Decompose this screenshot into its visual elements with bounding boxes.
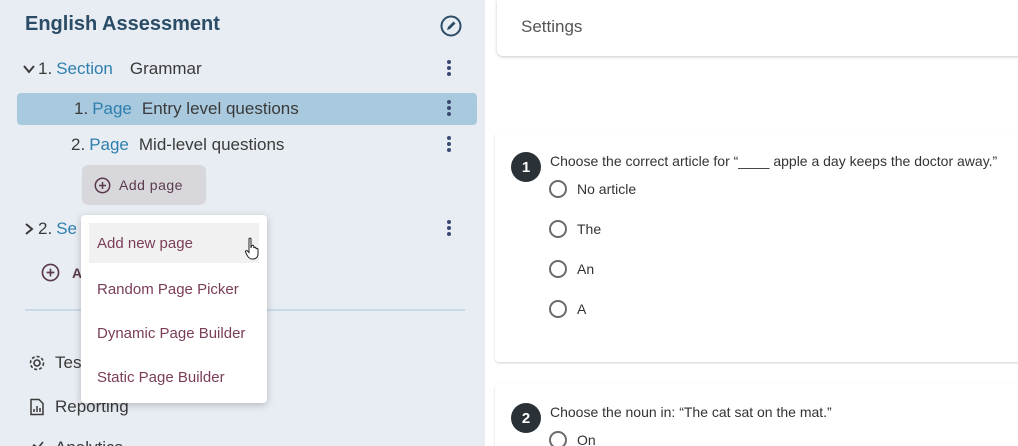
radio-button[interactable]: [549, 220, 567, 238]
section-row-2[interactable]: 2. Se: [22, 219, 77, 239]
question-text: Choose the noun in: “The cat sat on the …: [550, 404, 832, 420]
answer-option[interactable]: An: [549, 260, 594, 278]
option-label: An: [577, 261, 595, 277]
section-kind: Se: [56, 219, 77, 238]
question-text: Choose the correct article for “____ app…: [550, 153, 998, 169]
page-kind: Page: [89, 135, 129, 154]
section-row-grammar[interactable]: 1. Section Grammar: [22, 59, 202, 79]
page-name: Entry level questions: [141, 99, 299, 118]
page-menu-icon[interactable]: [442, 97, 456, 119]
question-card-2: 2 Choose the noun in: “The cat sat on th…: [495, 384, 1018, 446]
radio-button[interactable]: [549, 300, 567, 318]
answer-option[interactable]: A: [549, 300, 586, 318]
page-kind: Page: [92, 99, 132, 118]
radio-button[interactable]: [549, 431, 567, 446]
chevron-down-icon[interactable]: [22, 62, 36, 76]
option-label: On: [577, 432, 596, 446]
page-number: 1.: [74, 99, 89, 118]
assessment-title: English Assessment: [25, 13, 220, 35]
plus-circle-icon: [41, 263, 60, 282]
sidebar-item-analytics[interactable]: Analytics: [28, 438, 123, 446]
menu-item-random-page-picker[interactable]: Random Page Picker: [81, 267, 267, 311]
page-row-mid-level[interactable]: 2. Page Mid-level questions: [71, 135, 284, 155]
option-label: The: [577, 221, 602, 237]
edit-icon[interactable]: [440, 15, 462, 37]
answer-option[interactable]: The: [549, 220, 601, 238]
add-section-button[interactable]: A: [41, 263, 82, 282]
option-label: No article: [577, 181, 637, 197]
answer-option[interactable]: No article: [549, 180, 636, 198]
section-kind: Section: [56, 59, 113, 78]
settings-card[interactable]: Settings: [497, 0, 1018, 56]
page-menu-icon[interactable]: [442, 133, 456, 155]
menu-item-dynamic-page-builder[interactable]: Dynamic Page Builder: [81, 311, 267, 355]
radio-button[interactable]: [549, 180, 567, 198]
add-page-menu: Add new page Random Page Picker Dynamic …: [81, 215, 267, 403]
page-name: Mid-level questions: [138, 135, 285, 154]
question-number-badge: 2: [511, 403, 541, 433]
main-panel: Settings 1 Choose the correct article fo…: [485, 0, 1018, 446]
question-number-badge: 1: [511, 152, 541, 182]
report-icon: [30, 398, 44, 416]
section-number: 1.: [38, 59, 53, 78]
question-card-1: 1 Choose the correct article for “____ a…: [495, 133, 1018, 362]
section-menu-icon[interactable]: [442, 217, 456, 239]
add-page-button[interactable]: Add page: [82, 165, 206, 205]
section-number: 2.: [38, 219, 53, 238]
sidebar-item-label: Tes: [55, 353, 82, 372]
section-name: Grammar: [129, 59, 202, 78]
plus-circle-icon: [94, 177, 111, 193]
page-row-entry-level[interactable]: 1. Page Entry level questions: [74, 99, 299, 119]
hand-pointer-icon: [244, 237, 259, 260]
sidebar-item-label: Analytics: [55, 438, 123, 446]
menu-item-static-page-builder[interactable]: Static Page Builder: [81, 355, 267, 399]
page-number: 2.: [71, 135, 86, 154]
settings-label: Settings: [521, 17, 583, 36]
sidebar-item-test-settings[interactable]: Tes: [28, 353, 81, 373]
option-label: A: [577, 301, 587, 317]
gear-icon: [29, 355, 45, 371]
analytics-icon: [32, 441, 44, 446]
add-page-label: Add page: [119, 177, 183, 193]
section-menu-icon[interactable]: [442, 57, 456, 79]
answer-option[interactable]: On: [549, 431, 596, 446]
menu-item-add-new-page[interactable]: Add new page: [89, 223, 259, 263]
radio-button[interactable]: [549, 260, 567, 278]
chevron-right-icon[interactable]: [22, 222, 36, 236]
